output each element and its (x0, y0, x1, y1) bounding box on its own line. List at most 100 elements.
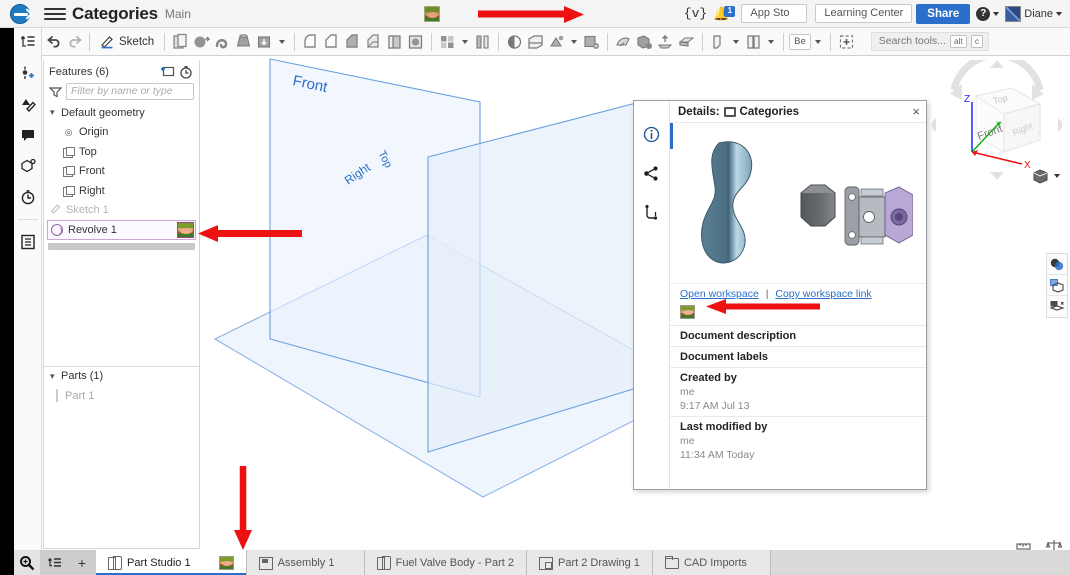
meta-label: Created by (680, 372, 737, 384)
feature-list-icon[interactable] (18, 32, 38, 52)
transform-tool-icon[interactable] (546, 32, 567, 52)
rib-tool-icon[interactable] (363, 32, 384, 52)
part-label: Part 1 (65, 389, 95, 402)
fillet-tool-icon[interactable] (300, 32, 321, 52)
share-tab-icon[interactable] (642, 163, 662, 183)
chevron-down-icon[interactable] (814, 39, 821, 44)
appearance-icon[interactable] (18, 94, 38, 114)
tab-fuel-valve-body-part-2[interactable]: Fuel Valve Body - Part 2 (364, 550, 527, 575)
tab-list-icon[interactable] (40, 550, 68, 575)
filter-funnel-icon[interactable] (48, 86, 63, 98)
replace-face-tool-icon[interactable] (634, 32, 655, 52)
document-thumbnail-image[interactable] (680, 305, 695, 319)
search-tools-input[interactable]: Search tools... alt c (870, 32, 990, 51)
feature-tree-header: Features (6) (44, 62, 199, 81)
learning-center-button[interactable]: Learning Center (815, 4, 913, 23)
history-clock-icon[interactable] (178, 64, 194, 80)
enclose-tool-icon[interactable] (676, 32, 697, 52)
filter-input[interactable]: Filter by name or type (66, 83, 194, 100)
add-folder-icon[interactable] (159, 64, 175, 80)
chevron-down-icon[interactable]: ▾ (50, 371, 61, 382)
page-title[interactable]: Categories (72, 4, 158, 24)
tree-node-origin[interactable]: ◎ Origin (44, 123, 199, 143)
notifications-button[interactable]: 🔔 1 (711, 5, 737, 22)
sketch-button[interactable]: Sketch (95, 34, 159, 49)
comments-icon[interactable] (18, 125, 38, 145)
info-tab-icon[interactable] (642, 124, 662, 144)
hamburger-menu-icon[interactable] (44, 7, 66, 20)
feature-tree-scrollbar[interactable] (48, 243, 195, 250)
view-cube[interactable]: Top Front Right Z X Y (929, 57, 1065, 184)
tree-node-label: Right (79, 184, 105, 197)
bill-of-materials-icon[interactable] (18, 232, 38, 252)
draft-tool-icon[interactable] (342, 32, 363, 52)
app-store-button[interactable]: App Sto (741, 4, 808, 23)
part-list-item[interactable]: Part 1 (44, 386, 199, 405)
revolve-tool-icon[interactable] (212, 32, 233, 52)
help-menu[interactable]: ? (976, 6, 1000, 21)
section-view-icon[interactable] (1047, 275, 1067, 296)
curve-tool-icon[interactable] (743, 32, 764, 52)
tree-node-front[interactable]: Front (44, 162, 199, 182)
chevron-down-icon[interactable] (462, 39, 469, 44)
featurescript-icon[interactable]: {v} (680, 6, 711, 21)
feature-thumbnail-image[interactable] (177, 222, 194, 238)
tree-node-revolve-1[interactable]: Revolve 1 (47, 220, 196, 240)
chevron-down-icon[interactable] (279, 39, 286, 44)
versions-tab-icon[interactable] (642, 202, 662, 222)
copy-workspace-link[interactable]: Copy workspace link (775, 288, 871, 300)
sheet-metal-tool-icon[interactable] (708, 32, 729, 52)
avatar[interactable] (1005, 5, 1022, 22)
redo-button[interactable] (64, 31, 84, 53)
chevron-down-icon[interactable] (768, 39, 775, 44)
onshape-logo[interactable] (0, 0, 40, 28)
chevron-down-icon[interactable]: ▾ (50, 107, 61, 118)
reference-tool-icon[interactable] (836, 32, 857, 52)
move-face-tool-icon[interactable] (613, 32, 634, 52)
offset-surface-tool-icon[interactable] (655, 32, 676, 52)
render-view-icon[interactable] (1047, 296, 1067, 317)
user-menu-chevron-down-icon[interactable] (1056, 11, 1062, 16)
hole-tool-icon[interactable] (405, 32, 426, 52)
tab-part-studio-1[interactable]: Part Studio 1 (96, 550, 247, 575)
history-icon[interactable] (18, 187, 38, 207)
shell-tool-icon[interactable] (384, 32, 405, 52)
sweep-tool-icon[interactable] (233, 32, 254, 52)
share-button[interactable]: Share (916, 3, 971, 24)
delete-face-tool-icon[interactable] (581, 32, 602, 52)
add-tab-icon[interactable]: + (68, 550, 96, 575)
tree-node-right[interactable]: Right (44, 181, 199, 201)
tab-part-2-drawing-1[interactable]: Part 2 Drawing 1 (527, 550, 653, 575)
open-workspace-link[interactable]: Open workspace (680, 288, 759, 300)
tab-cad-imports[interactable]: CAD Imports (652, 550, 771, 575)
tree-node-top[interactable]: Top (44, 142, 199, 162)
split-tool-icon[interactable] (525, 32, 546, 52)
boolean-tool-icon[interactable] (504, 32, 525, 52)
mirror-tool-icon[interactable] (472, 32, 493, 52)
loft-tool-icon[interactable] (254, 32, 275, 52)
view-orientation-icon[interactable] (1031, 167, 1050, 185)
pattern-tool-icon[interactable] (437, 32, 458, 52)
undo-button[interactable] (44, 31, 64, 53)
user-name-label[interactable]: Diane (1024, 8, 1053, 20)
search-tabs-icon[interactable] (14, 550, 40, 575)
tree-node-sketch-1[interactable]: Sketch 1 (44, 201, 199, 221)
extrude-tool-icon[interactable] (191, 32, 212, 52)
folder-icon (664, 556, 679, 569)
tree-node-default-geometry[interactable]: ▾ Default geometry (44, 103, 199, 123)
chevron-down-icon[interactable] (571, 39, 578, 44)
tab-assembly-1[interactable]: Assembly 1 (246, 550, 365, 575)
plane-tool-icon[interactable] (170, 32, 191, 52)
add-variable-icon[interactable] (18, 63, 38, 83)
chamfer-tool-icon[interactable] (321, 32, 342, 52)
document-thumbnail-image[interactable] (424, 5, 441, 22)
chevron-down-icon[interactable] (733, 39, 740, 44)
parts-header[interactable]: ▾ Parts (1) (44, 367, 199, 387)
variable-tool-button[interactable]: Be (789, 33, 811, 50)
chevron-down-icon[interactable] (1054, 174, 1060, 178)
part-properties-icon[interactable] (18, 156, 38, 176)
tab-thumbnail-image[interactable] (218, 555, 234, 570)
close-icon[interactable]: × (912, 104, 920, 119)
display-state-icon[interactable] (1047, 254, 1067, 275)
workspace-name[interactable]: Main (165, 7, 191, 21)
